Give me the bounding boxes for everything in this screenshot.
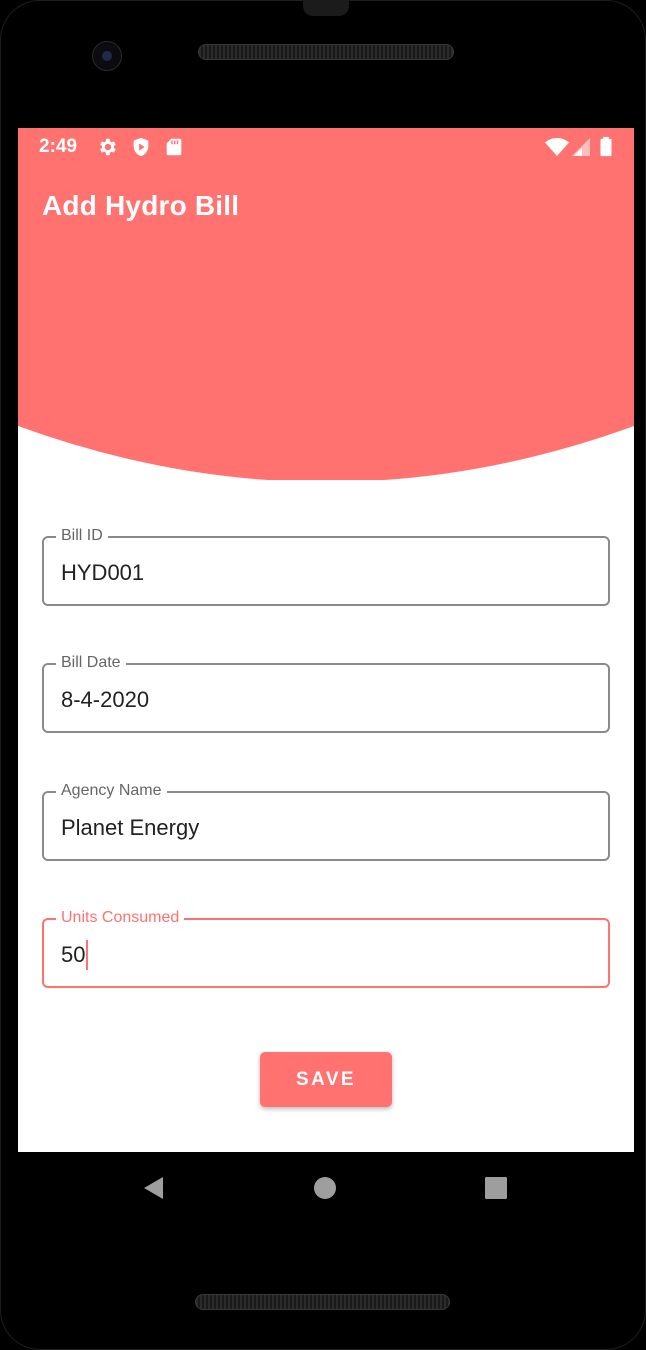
bill-id-value: HYD001: [61, 560, 145, 585]
back-icon[interactable]: [140, 1174, 168, 1202]
shield-play-icon: [133, 137, 149, 157]
header-background: [18, 128, 634, 480]
status-time: 2:49: [39, 136, 78, 157]
status-bar: 2:49: [18, 128, 634, 166]
wifi-icon: [545, 138, 569, 156]
bill-id-label: Bill ID: [56, 526, 108, 546]
agency-name-value: Planet Energy: [61, 815, 200, 840]
sd-card-icon: [166, 138, 182, 156]
agency-name-label: Agency Name: [56, 781, 167, 801]
units-consumed-field[interactable]: Units Consumed 50: [42, 908, 610, 988]
home-icon[interactable]: [311, 1174, 339, 1202]
page-title: Add Hydro Bill: [42, 190, 240, 221]
recents-icon[interactable]: [482, 1174, 510, 1202]
front-camera: [92, 41, 122, 71]
phone-top-notch: [303, 0, 349, 16]
app-screen: 2:49 Add Hydro Bill Bill ID HYD001 Bill …: [18, 128, 634, 1152]
bill-id-field[interactable]: Bill ID HYD001: [42, 526, 610, 606]
agency-name-field[interactable]: Agency Name Planet Energy: [42, 781, 610, 861]
bill-date-label: Bill Date: [56, 653, 126, 673]
units-consumed-value: 50: [61, 942, 86, 967]
earpiece-speaker: [198, 44, 454, 60]
units-consumed-label: Units Consumed: [56, 908, 185, 928]
bill-date-field[interactable]: Bill Date 8-4-2020: [42, 653, 610, 733]
bill-date-value: 8-4-2020: [61, 687, 150, 712]
battery-icon: [600, 136, 612, 157]
units-consumed-input-line: 50: [61, 939, 89, 970]
gear-icon: [100, 138, 116, 156]
phone-frame: 2:49 Add Hydro Bill Bill ID HYD001 Bill …: [0, 0, 646, 1350]
text-cursor: [86, 939, 89, 970]
navigation-bar: [18, 1152, 634, 1222]
bottom-speaker: [195, 1294, 450, 1310]
save-button[interactable]: SAVE: [260, 1052, 392, 1107]
signal-icon: [572, 138, 590, 156]
